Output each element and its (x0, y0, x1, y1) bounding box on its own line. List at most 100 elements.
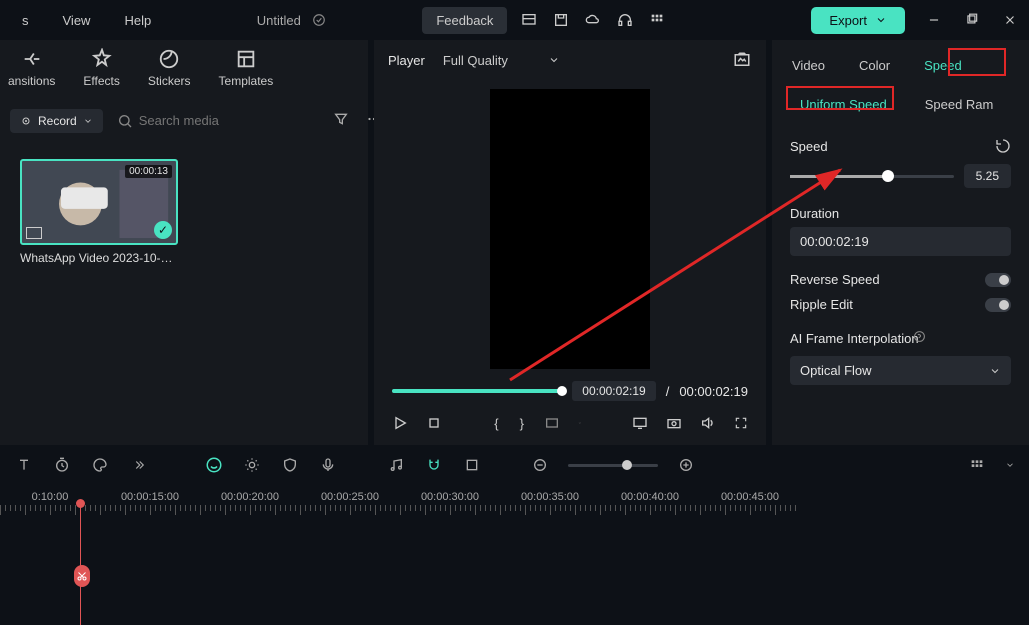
timeline-panel: 0:10:00 00:00:15:00 00:00:20:00 00:00:25… (0, 445, 1029, 615)
mark-in-icon[interactable]: { (493, 413, 500, 433)
top-bar: s View Help Untitled Feedback Export (0, 0, 1029, 40)
ripple-label: Ripple Edit (790, 297, 853, 312)
video-preview (490, 89, 650, 369)
record-label: Record (38, 114, 77, 128)
stop-button[interactable] (426, 413, 442, 433)
music-icon[interactable] (386, 455, 406, 475)
timer-icon[interactable] (52, 455, 72, 475)
clip-thumbnail[interactable]: 00:00:13 ✓ (20, 159, 178, 245)
menu-s[interactable]: s (10, 9, 41, 32)
apps-icon[interactable] (647, 10, 667, 30)
display-icon[interactable] (632, 413, 648, 433)
timeline-ticks (0, 505, 1029, 519)
camera-icon[interactable] (666, 413, 682, 433)
smiley-icon[interactable] (204, 455, 224, 475)
record-button[interactable]: Record (10, 109, 103, 133)
player-label: Player (388, 53, 425, 68)
minimize-button[interactable] (925, 11, 943, 29)
cut-marker-icon[interactable] (74, 565, 90, 587)
close-button[interactable] (1001, 11, 1019, 29)
player-header: Player Full Quality (374, 40, 766, 80)
media-clip[interactable]: 00:00:13 ✓ WhatsApp Video 2023-10-05... (20, 159, 178, 265)
prop-tabs: Video Color Speed (772, 40, 1029, 79)
subtab-ramp[interactable]: Speed Ram (915, 93, 1004, 116)
crop-icon[interactable] (462, 455, 482, 475)
quality-select[interactable]: Full Quality (443, 53, 560, 68)
ratio-icon[interactable] (544, 413, 560, 433)
ruler-mark: 00:00:45:00 (700, 491, 800, 503)
export-label: Export (829, 13, 867, 28)
main-area: ansitions Effects Stickers Templates Rec… (0, 40, 1029, 445)
tab-effects[interactable]: Effects (83, 48, 119, 88)
timeline-ruler[interactable]: 0:10:00 00:00:15:00 00:00:20:00 00:00:25… (0, 485, 1029, 503)
menu-help[interactable]: Help (112, 9, 163, 32)
subtab-uniform[interactable]: Uniform Speed (790, 93, 897, 116)
player-stage[interactable] (374, 80, 766, 377)
time-current: 00:00:02:19 (572, 381, 655, 401)
list-view-icon[interactable] (967, 455, 987, 475)
ruler-mark: 00:00:30:00 (400, 491, 500, 503)
headphones-icon[interactable] (615, 10, 635, 30)
reset-icon[interactable] (995, 138, 1011, 154)
tab-color[interactable]: Color (857, 52, 892, 79)
ruler-mark: 0:10:00 (0, 491, 100, 503)
view-chevron-icon[interactable] (1005, 460, 1015, 470)
title-area: Untitled (173, 10, 412, 30)
fullscreen-icon[interactable] (734, 413, 748, 433)
filter-icon[interactable] (329, 107, 353, 134)
volume-icon[interactable] (700, 413, 716, 433)
search-box[interactable] (111, 109, 321, 133)
chevron-down-icon[interactable] (578, 418, 582, 428)
zoom-slider[interactable] (568, 464, 658, 467)
menu-view[interactable]: View (51, 9, 103, 32)
mark-out-icon[interactable]: } (518, 413, 525, 433)
quality-value: Full Quality (443, 53, 508, 68)
player-panel: Player Full Quality 00:00:02:19 / 00:00:… (374, 40, 766, 445)
tab-transitions[interactable]: ansitions (8, 48, 55, 88)
ruler-mark: 00:00:40:00 (600, 491, 700, 503)
progress-slider[interactable] (392, 389, 562, 393)
tab-speed[interactable]: Speed (922, 52, 964, 79)
sun-icon[interactable] (242, 455, 262, 475)
duration-input[interactable]: 00:00:02:19 (790, 227, 1011, 256)
tab-video[interactable]: Video (790, 52, 827, 79)
search-input[interactable] (139, 113, 315, 128)
reverse-toggle[interactable] (985, 273, 1011, 287)
zoom-out-icon[interactable] (530, 455, 550, 475)
play-button[interactable] (392, 413, 408, 433)
palette-icon[interactable] (90, 455, 110, 475)
mic-icon[interactable] (318, 455, 338, 475)
prop-body: Speed 5.25 Duration 00:00:02:19 Reverse … (772, 116, 1029, 397)
ripple-toggle[interactable] (985, 298, 1011, 312)
duration-label: Duration (790, 206, 1011, 221)
magnet-icon[interactable] (424, 455, 444, 475)
tab-effects-label: Effects (83, 74, 119, 88)
ruler-mark: 00:00:25:00 (300, 491, 400, 503)
check-icon: ✓ (154, 221, 172, 239)
ruler-mark: 00:00:20:00 (200, 491, 300, 503)
save-icon[interactable] (551, 10, 571, 30)
speed-value[interactable]: 5.25 (964, 164, 1011, 188)
timeline-body[interactable] (0, 505, 1029, 615)
time-sep: / (666, 384, 670, 399)
cloud-icon[interactable] (583, 10, 603, 30)
tab-templates[interactable]: Templates (219, 48, 274, 88)
tab-stickers[interactable]: Stickers (148, 48, 191, 88)
ai-interp-select[interactable]: Optical Flow (790, 356, 1011, 385)
maximize-button[interactable] (963, 11, 981, 29)
tab-templates-label: Templates (219, 74, 274, 88)
feedback-button[interactable]: Feedback (422, 7, 507, 34)
media-grid: 00:00:13 ✓ WhatsApp Video 2023-10-05... (0, 141, 368, 283)
doc-title: Untitled (257, 13, 301, 28)
export-button[interactable]: Export (811, 7, 905, 34)
more-tools-icon[interactable] (128, 455, 148, 475)
ai-interp-label: AI Frame Interpolation (790, 331, 919, 346)
zoom-in-icon[interactable] (676, 455, 696, 475)
shield-icon[interactable] (280, 455, 300, 475)
help-icon[interactable] (913, 330, 926, 346)
snapshot-icon[interactable] (732, 50, 752, 70)
search-row: Record (0, 100, 368, 141)
text-tool-icon[interactable] (14, 455, 34, 475)
speed-slider[interactable] (790, 175, 954, 178)
layout-icon[interactable] (519, 10, 539, 30)
